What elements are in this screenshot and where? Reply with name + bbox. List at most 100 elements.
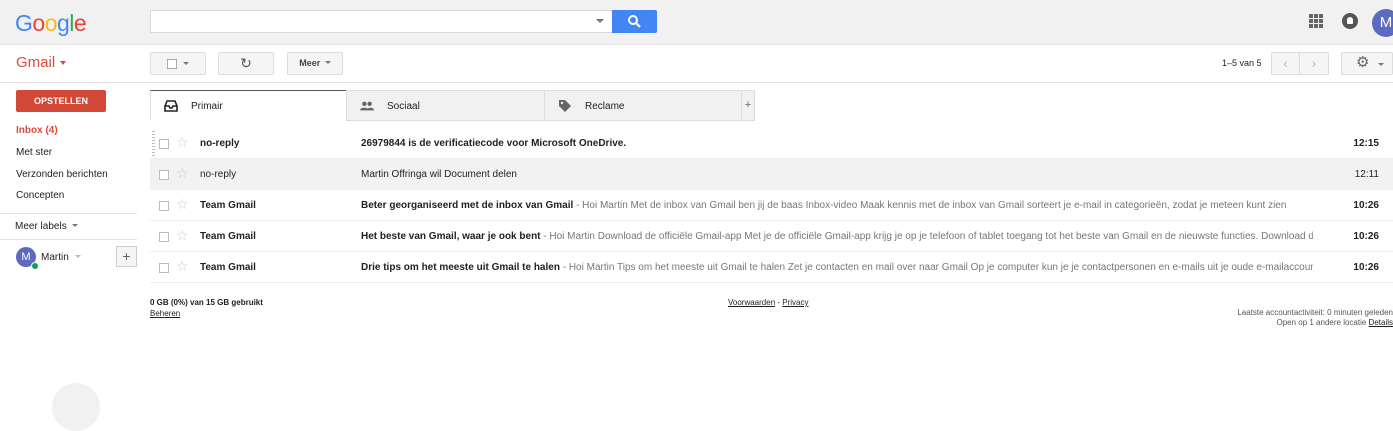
chat-user-name[interactable]: Martin: [41, 252, 81, 263]
email-row[interactable]: ☆ no-reply 26979844 is de verificatiecode …: [150, 128, 1393, 159]
account-avatar[interactable]: M: [1372, 9, 1393, 37]
chevron-right-icon: ›: [1311, 55, 1317, 71]
top-bar: Google M: [0, 0, 1393, 45]
tab-label: Reclame: [585, 101, 625, 112]
activity-text: Laatste accountactiviteit: 0 minuten gel…: [1237, 308, 1393, 317]
email-snippet: - Hoi Martin Tips om het meeste uit Gmai…: [559, 262, 1313, 273]
compose-button[interactable]: OPSTELLEN: [16, 90, 106, 112]
checkbox-icon: [167, 59, 177, 69]
email-time: 12:11: [1354, 169, 1379, 180]
email-row[interactable]: ☆ Team Gmail Drie tips om het meeste uit G…: [150, 252, 1393, 283]
email-sender: Team Gmail: [200, 231, 256, 242]
add-tab-button[interactable]: +: [741, 90, 755, 121]
search-input[interactable]: [151, 11, 581, 32]
apps-grid-icon[interactable]: [1309, 14, 1323, 28]
row-checkbox[interactable]: [159, 201, 169, 211]
google-logo[interactable]: Google: [15, 10, 87, 37]
email-subject-line: Martin Offringa wil Document delen: [361, 169, 1313, 180]
search-button[interactable]: [612, 10, 657, 33]
chevron-down-icon: [183, 62, 189, 65]
older-button[interactable]: ›: [1300, 52, 1329, 75]
email-subject: 26979844 is de verificatiecode voor Micr…: [361, 138, 627, 149]
online-status-icon: [31, 262, 39, 270]
chevron-down-icon: [1378, 63, 1384, 66]
more-button-label: Meer: [299, 58, 321, 68]
privacy-link[interactable]: Privacy: [782, 298, 808, 307]
email-time: 10:26: [1353, 262, 1379, 273]
people-icon: [360, 101, 374, 111]
email-subject: Het beste van Gmail, waar je ook bent: [361, 231, 541, 242]
newer-button[interactable]: ‹: [1271, 52, 1300, 75]
row-checkbox[interactable]: [159, 139, 169, 149]
logo-letter: o: [44, 10, 58, 36]
footer-links: Voorwaarden - Privacy: [728, 298, 809, 307]
search-box: [150, 10, 612, 33]
drag-handle-icon[interactable]: [152, 131, 155, 156]
email-subject: Beter georganiseerd met de inbox van Gma…: [361, 200, 574, 211]
email-time: 12:15: [1353, 138, 1379, 149]
inbox-icon: [164, 100, 178, 112]
chevron-left-icon: ‹: [1283, 55, 1288, 71]
terms-link[interactable]: Voorwaarden: [728, 298, 775, 307]
toolbar-divider: [0, 82, 1393, 83]
email-sender: Team Gmail: [200, 200, 256, 211]
sidebar-divider: [0, 239, 137, 240]
gmail-label: Gmail: [16, 54, 56, 71]
star-icon[interactable]: ☆: [176, 259, 189, 273]
email-time: 10:26: [1353, 231, 1379, 242]
tab-label: Primair: [191, 101, 223, 112]
email-snippet: - Hoi Martin Met de inbox van Gmail ben …: [573, 200, 1287, 211]
sidebar-item-starred[interactable]: Met ster: [16, 147, 52, 158]
logo-letter: o: [32, 10, 45, 36]
email-subject-line: Het beste van Gmail, waar je ook bent - …: [361, 231, 1313, 242]
manage-storage-link[interactable]: Beheren: [150, 309, 180, 318]
row-checkbox[interactable]: [159, 263, 169, 273]
more-actions-button[interactable]: Meer: [287, 52, 343, 75]
gear-icon: ⚙: [1356, 54, 1370, 71]
search-icon: [628, 15, 641, 28]
email-row[interactable]: ☆ Team Gmail Beter georganiseerd met de in…: [150, 190, 1393, 221]
sidebar-item-sent[interactable]: Verzonden berichten: [16, 169, 108, 180]
email-row[interactable]: ☆ no-reply Martin Offringa wil Document de…: [150, 159, 1393, 190]
tab-promotions[interactable]: Reclame: [544, 90, 742, 121]
search-options-chevron-down-icon[interactable]: [596, 19, 604, 23]
select-all-button[interactable]: [150, 52, 206, 75]
sidebar-item-drafts[interactable]: Concepten: [16, 190, 64, 201]
tab-social[interactable]: Sociaal: [346, 90, 545, 121]
storage-usage: 0 GB (0%) van 15 GB gebruikt: [150, 298, 263, 307]
settings-button[interactable]: ⚙: [1341, 52, 1393, 75]
notifications-icon[interactable]: [1342, 13, 1358, 29]
email-sender: no-reply: [200, 169, 237, 180]
sidebar-divider: [0, 213, 137, 214]
email-subject: Martin Offringa wil Document delen: [361, 169, 517, 180]
email-sender: Team Gmail: [200, 262, 256, 273]
email-subject-line: Beter georganiseerd met de inbox van Gma…: [361, 200, 1313, 211]
row-checkbox[interactable]: [159, 170, 169, 180]
category-tabs: Primair Sociaal Reclame: [150, 90, 755, 121]
details-link[interactable]: Details: [1369, 318, 1393, 327]
sidebar-item-inbox[interactable]: Inbox (4): [16, 125, 58, 136]
tab-primary[interactable]: Primair: [150, 90, 347, 121]
add-chat-button[interactable]: +: [116, 246, 137, 267]
email-row[interactable]: ☆ Team Gmail Het beste van Gmail, waar je …: [150, 221, 1393, 252]
refresh-button[interactable]: ↻: [218, 52, 274, 75]
star-icon[interactable]: ☆: [176, 197, 189, 211]
chevron-down-icon: [72, 224, 79, 227]
chevron-down-icon: [324, 61, 331, 64]
pagination-text: 1–5 van 5: [1222, 58, 1262, 68]
row-checkbox[interactable]: [159, 232, 169, 242]
star-icon[interactable]: ☆: [176, 166, 189, 180]
email-subject: Drie tips om het meeste uit Gmail te hal…: [361, 262, 560, 273]
chat-user-label: Martin: [41, 252, 69, 263]
logo-letter: g: [56, 10, 70, 36]
more-labels-label: Meer labels: [15, 221, 67, 232]
gmail-app-switcher[interactable]: Gmail: [16, 54, 67, 71]
chevron-down-icon: [60, 61, 67, 66]
star-icon[interactable]: ☆: [176, 228, 189, 242]
more-labels-link[interactable]: Meer labels: [15, 221, 79, 232]
star-icon[interactable]: ☆: [176, 135, 189, 149]
email-list: ☆ no-reply 26979844 is de verificatiecode …: [150, 128, 1393, 283]
email-snippet: - Hoi Martin Download de officiële Gmail…: [540, 231, 1313, 242]
hangouts-icon[interactable]: [52, 383, 100, 431]
email-time: 10:26: [1353, 200, 1379, 211]
